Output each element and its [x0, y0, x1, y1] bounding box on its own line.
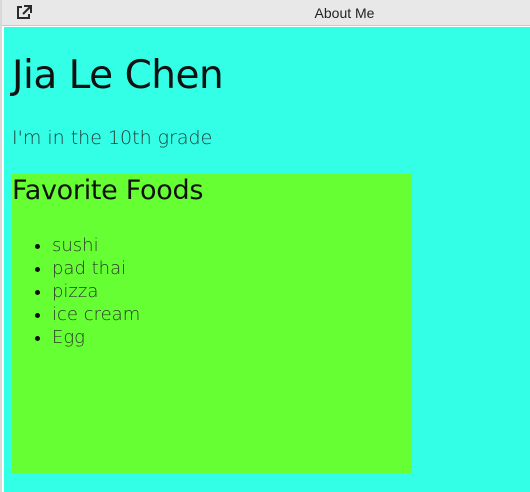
list-item: Egg	[52, 326, 140, 349]
favorite-foods-list: sushi pad thai pizza ice cream Egg	[12, 234, 140, 349]
favorite-foods-section: Favorite Foods sushi pad thai pizza ice …	[12, 174, 412, 473]
list-item: ice cream	[52, 303, 140, 326]
tab-title: About Me	[314, 5, 375, 21]
list-item: sushi	[52, 234, 140, 257]
tab-bar: About Me	[2, 0, 530, 26]
page-body: Jia Le Chen I'm in the 10th grade Favori…	[4, 27, 530, 492]
page-title: Jia Le Chen	[12, 53, 224, 98]
browser-frame: About Me Jia Le Chen I'm in the 10th gra…	[0, 0, 530, 492]
favorite-foods-heading: Favorite Foods	[12, 175, 204, 206]
list-item: pizza	[52, 280, 140, 303]
grade-text: I'm in the 10th grade	[12, 127, 213, 149]
list-item: pad thai	[52, 257, 140, 280]
